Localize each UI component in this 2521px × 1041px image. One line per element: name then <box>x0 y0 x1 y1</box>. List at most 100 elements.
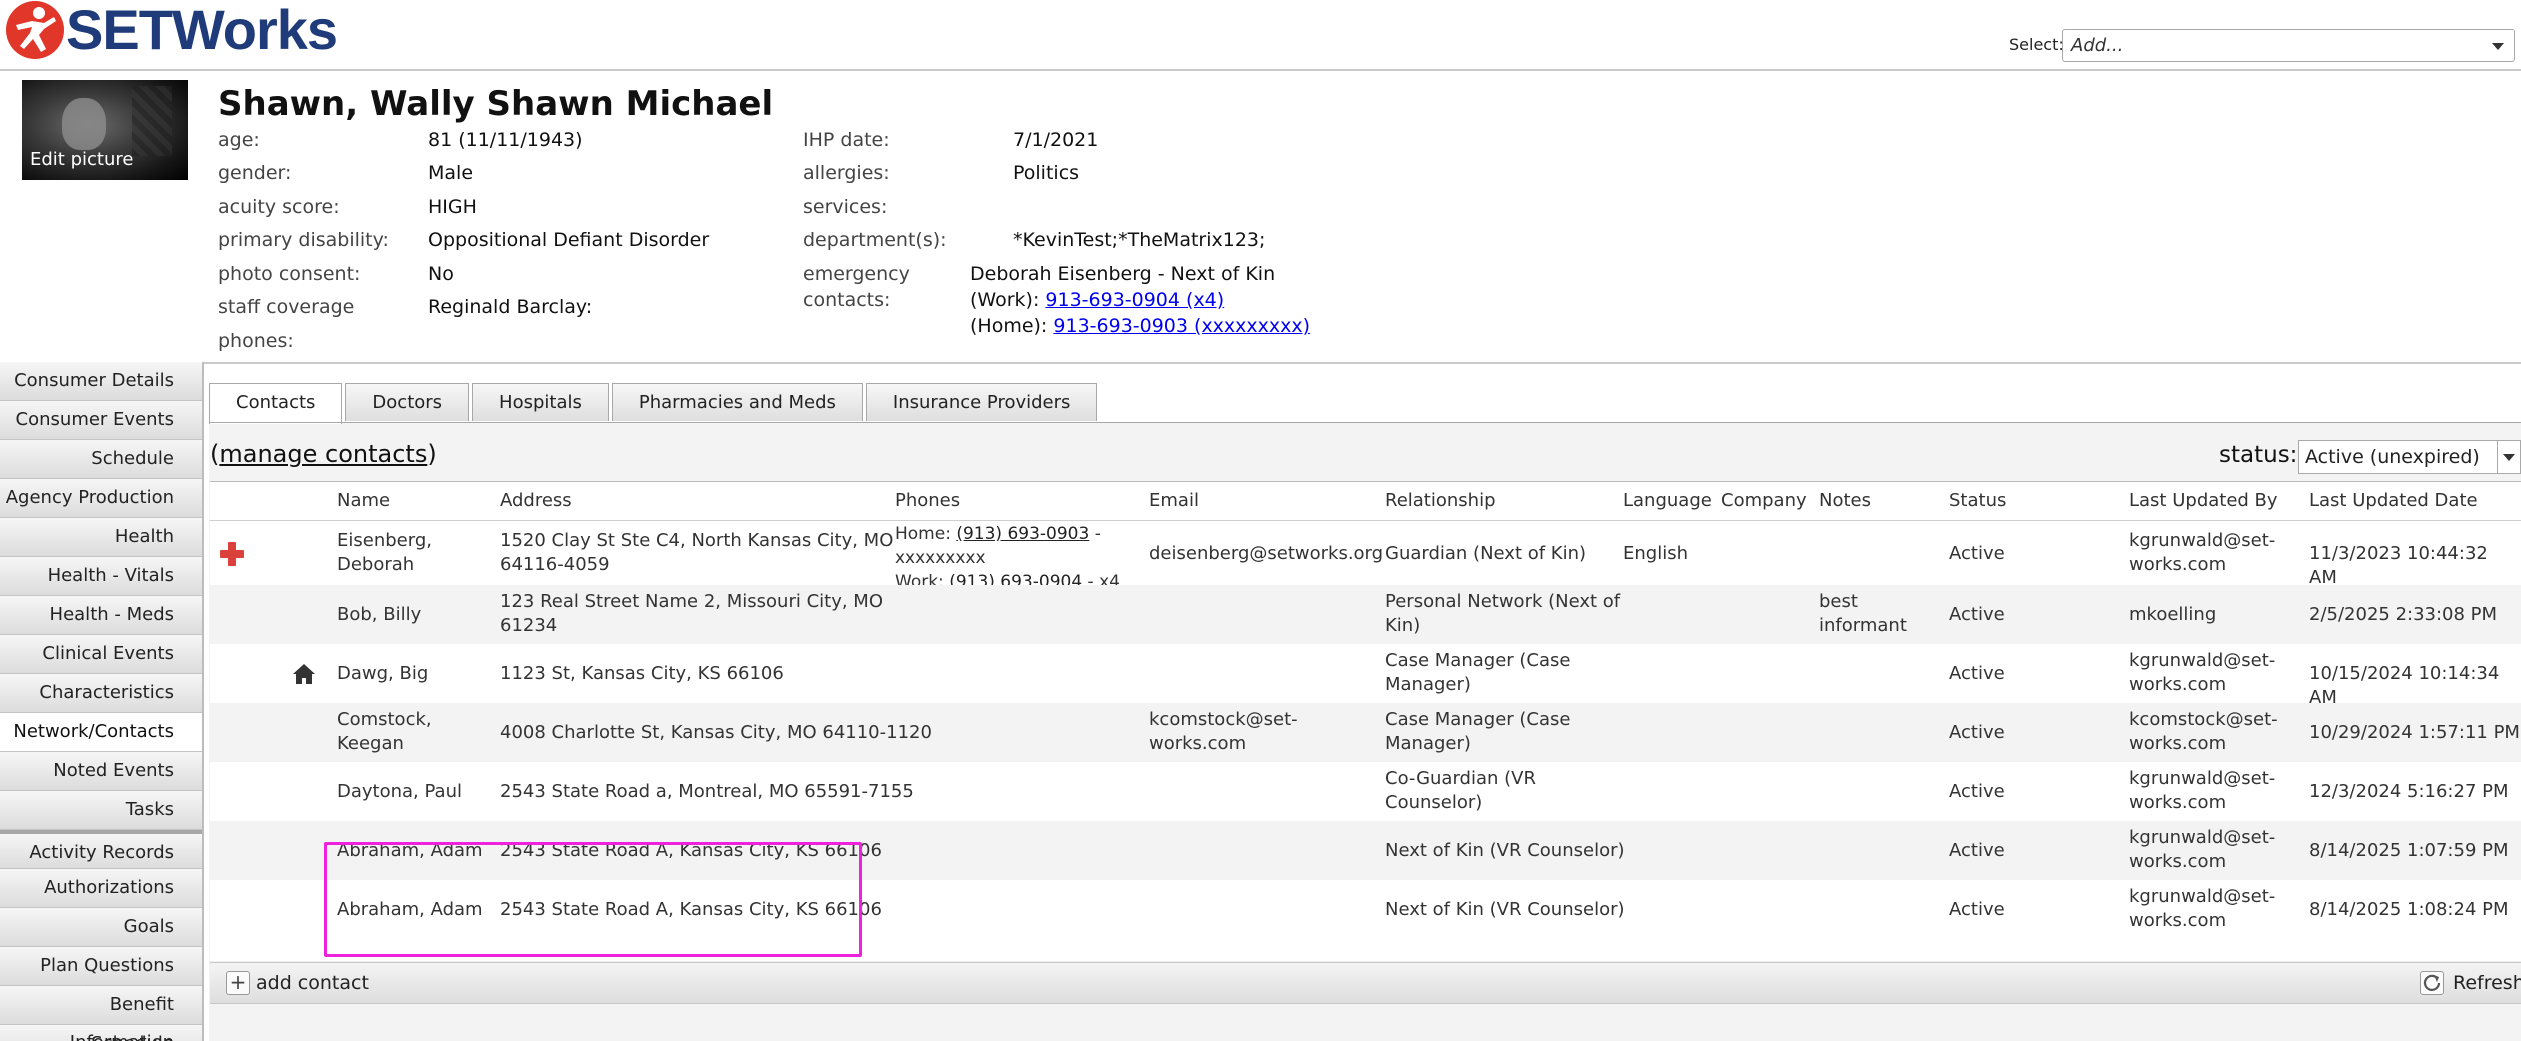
acuity-value: HIGH <box>428 196 477 218</box>
sidebar-item-consumer-events[interactable]: Consumer Events <box>0 401 202 440</box>
contact-address: 4008 Charlotte St, Kansas City, MO 64110… <box>500 722 932 743</box>
contact-updated-by: kgrunwald@set-works.com <box>2129 767 2275 815</box>
col-header-notes[interactable]: Notes <box>1819 482 1871 520</box>
add-select-dropdown[interactable]: Add... <box>2062 29 2515 62</box>
sidebar-item-plan-questions[interactable]: Plan Questions <box>0 947 202 986</box>
emergency-contact-name: Deborah Eisenberg - Next of Kin <box>970 263 1276 285</box>
age-label: age: <box>218 129 260 151</box>
tabs-divider <box>209 422 2521 423</box>
table-row[interactable]: Daytona, Paul 2543 State Road a, Montrea… <box>210 762 2521 821</box>
contact-updated-by: kcomstock@set-works.com <box>2129 708 2278 756</box>
sidebar-item-schedule[interactable]: Schedule <box>0 440 202 479</box>
add-select-value: Add... <box>2071 35 2124 56</box>
contact-updated-by: kgrunwald@set-works.com <box>2129 885 2275 933</box>
plus-icon: + <box>229 970 247 994</box>
sidebar-item-network-contacts[interactable]: Network/Contacts <box>0 713 202 752</box>
updated-by-line2: works.com <box>2129 674 2227 695</box>
col-header-phones[interactable]: Phones <box>895 482 960 520</box>
sidebar-item-health-vitals[interactable]: Health - Vitals <box>0 557 202 596</box>
sidebar-item-goals[interactable]: Goals <box>0 908 202 947</box>
primary-disability-value: Oppositional Defiant Disorder <box>428 229 710 251</box>
col-header-company[interactable]: Company <box>1721 482 1807 520</box>
contact-status: Active <box>1949 663 2005 684</box>
table-row[interactable]: Dawg, Big 1123 St, Kansas City, KS 66106… <box>210 644 2521 708</box>
sidebar-item-clinical-events[interactable]: Clinical Events <box>0 635 202 674</box>
status-filter-select[interactable]: Active (unexpired) <box>2298 440 2521 474</box>
tab-bar: Contacts Doctors Hospitals Pharmacies an… <box>209 383 1100 424</box>
add-contact-button[interactable]: + <box>226 971 250 995</box>
contact-name: Eisenberg, Deborah <box>337 529 432 577</box>
contact-name: Comstock, Keegan <box>337 708 432 756</box>
sidebar-item-consumer-details[interactable]: Consumer Details <box>0 362 202 401</box>
col-header-updated-date[interactable]: Last Updated Date <box>2309 482 2478 520</box>
contact-address-line2: 61234 <box>500 615 558 636</box>
sidebar-item-noted-events[interactable]: Noted Events <box>0 752 202 791</box>
tab-insurance-providers[interactable]: Insurance Providers <box>865 383 1098 421</box>
table-row[interactable]: Comstock, Keegan 4008 Charlotte St, Kansa… <box>210 703 2521 762</box>
tab-contacts[interactable]: Contacts <box>209 383 343 424</box>
manage-contacts-link[interactable]: manage contacts <box>219 440 427 468</box>
home-phone-line: Home: (913) 693-0903 - <box>895 522 1101 546</box>
sidebar-item-activity-records[interactable]: Activity Records <box>0 830 202 869</box>
emergency-work-line: (Work): 913-693-0904 (x4) <box>970 289 1224 311</box>
emergency-home-phone-link[interactable]: 913-693-0903 (xxxxxxxxx) <box>1053 315 1310 337</box>
gender-label: gender: <box>218 162 292 184</box>
updated-by-line1: kgrunwald@set- <box>2129 768 2276 789</box>
header-divider <box>0 362 2521 364</box>
col-header-address[interactable]: Address <box>500 482 572 520</box>
refresh-button[interactable] <box>2420 971 2444 995</box>
services-label: services: <box>803 196 888 218</box>
contact-name-line1: Comstock, <box>337 709 432 730</box>
refresh-label[interactable]: Refresh <box>2453 972 2521 994</box>
sidebar-nav: Consumer Details Consumer Events Schedul… <box>0 362 204 1041</box>
col-header-name[interactable]: Name <box>337 482 390 520</box>
table-row[interactable]: Eisenberg, Deborah 1520 Clay St Ste C4, N… <box>210 522 2521 592</box>
contact-updated-by: mkoelling <box>2129 604 2217 625</box>
contact-relationship: Guardian (Next of Kin) <box>1385 543 1587 564</box>
selection-highlight <box>324 842 862 957</box>
edit-picture-label[interactable]: Edit picture <box>30 149 133 170</box>
contact-name-line2: Keegan <box>337 733 404 754</box>
logo-text: SETWorks <box>66 0 338 61</box>
col-header-status[interactable]: Status <box>1949 482 2006 520</box>
sidebar-item-schedule-2[interactable]: Schedule <box>0 1025 202 1041</box>
contact-name-line2: Deborah <box>337 554 415 575</box>
tab-doctors[interactable]: Doctors <box>345 383 470 421</box>
sidebar-item-benefit-information[interactable]: Benefit Information <box>0 986 202 1041</box>
contact-address: 1123 St, Kansas City, KS 66106 <box>500 663 784 684</box>
emergency-contacts-label-1: emergency <box>803 263 910 285</box>
col-header-relationship[interactable]: Relationship <box>1385 482 1496 520</box>
phones-label: phones: <box>218 330 294 352</box>
emergency-work-phone-link[interactable]: 913-693-0904 (x4) <box>1045 289 1224 311</box>
contact-address: 1520 Clay St Ste C4, North Kansas City, … <box>500 529 893 577</box>
add-contact-label[interactable]: add contact <box>256 972 369 994</box>
manage-contacts: (manage contacts) <box>210 440 437 468</box>
sidebar-item-health[interactable]: Health <box>0 518 202 557</box>
notes-line2: informant <box>1819 615 1907 636</box>
refresh-icon <box>2423 974 2441 991</box>
age-value: 81 (11/11/1943) <box>428 129 583 151</box>
home-phone-link[interactable]: (913) 693-0903 <box>956 524 1089 544</box>
tab-pharmacies-and-meds[interactable]: Pharmacies and Meds <box>611 383 863 421</box>
table-row[interactable]: Bob, Billy 123 Real Street Name 2, Misso… <box>210 585 2521 644</box>
consumer-name: Shawn, Wally Shawn Michael <box>218 84 774 124</box>
departments-label: department(s): <box>803 229 947 251</box>
updated-by-line1: kcomstock@set- <box>2129 709 2278 730</box>
tab-hospitals[interactable]: Hospitals <box>472 383 609 421</box>
emergency-home-line: (Home): 913-693-0903 (xxxxxxxxx) <box>970 315 1310 337</box>
sidebar-item-characteristics[interactable]: Characteristics <box>0 674 202 713</box>
sidebar-item-tasks[interactable]: Tasks <box>0 791 202 830</box>
sidebar-item-agency-production[interactable]: Agency Production <box>0 479 202 518</box>
setworks-logo[interactable]: SETWorks <box>6 0 338 61</box>
home-prefix: (Home): <box>970 315 1054 337</box>
profile-picture[interactable]: Edit picture <box>22 80 188 180</box>
red-cross-icon <box>220 542 244 566</box>
col-header-language[interactable]: Language <box>1623 482 1712 520</box>
home-icon <box>293 664 315 684</box>
sidebar-item-health-meds[interactable]: Health - Meds <box>0 596 202 635</box>
col-header-email[interactable]: Email <box>1149 482 1199 520</box>
col-header-updated-by[interactable]: Last Updated By <box>2129 482 2278 520</box>
contact-address: 123 Real Street Name 2, Missouri City, M… <box>500 590 883 638</box>
sidebar-item-authorizations[interactable]: Authorizations <box>0 869 202 908</box>
emergency-contacts-label-2: contacts: <box>803 289 891 311</box>
